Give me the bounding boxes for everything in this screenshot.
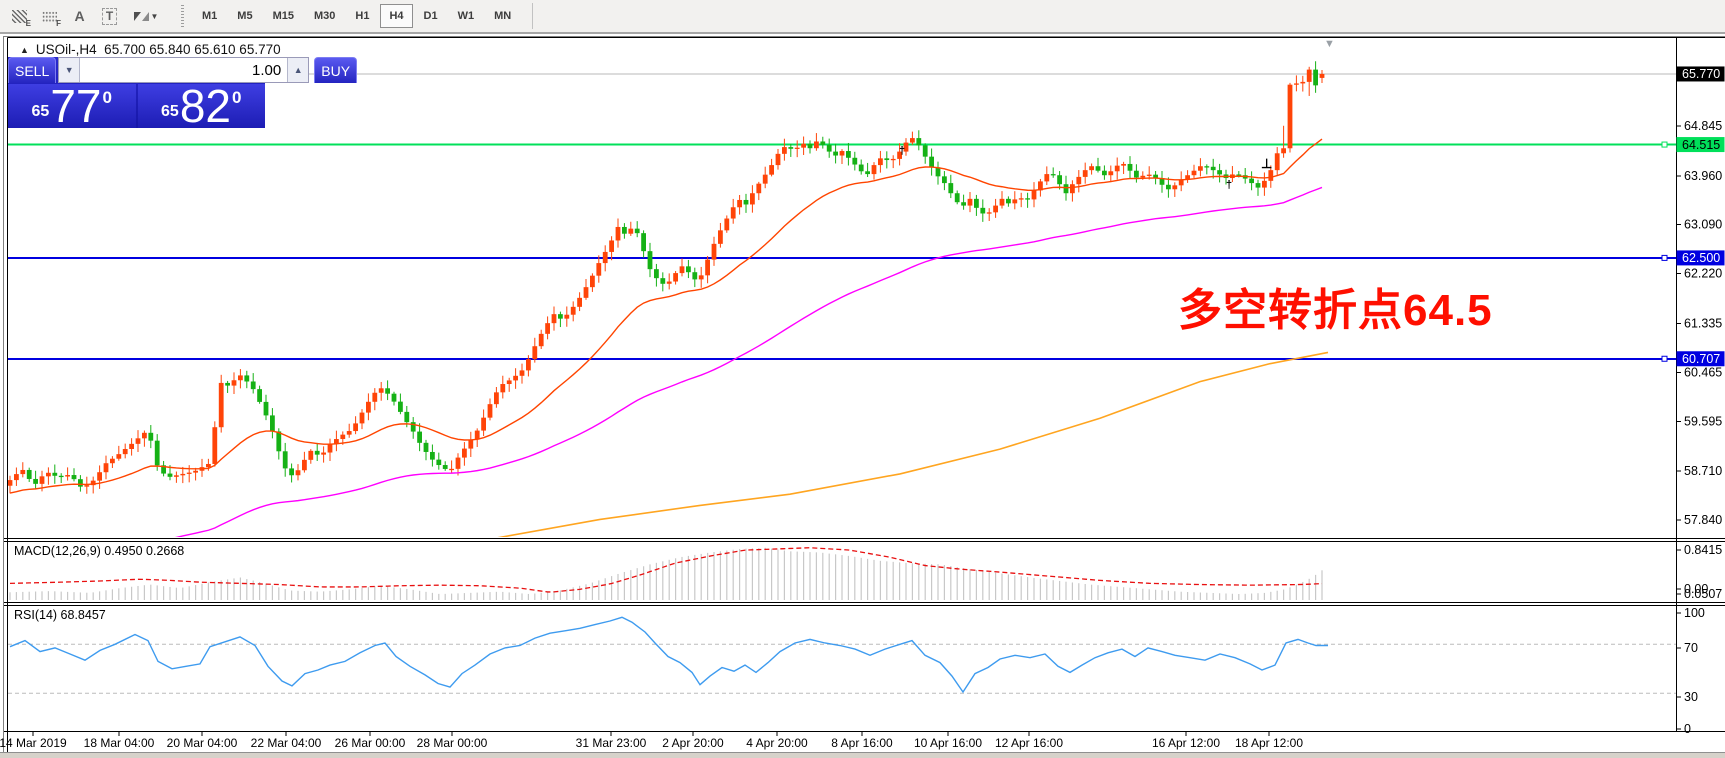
sell-price-sup: 0: [103, 88, 112, 108]
svg-text:10 Apr 16:00: 10 Apr 16:00: [914, 736, 982, 750]
svg-text:22 Mar 04:00: 22 Mar 04:00: [251, 736, 322, 750]
svg-text:100: 100: [1684, 606, 1705, 620]
buy-price-big: 82: [180, 86, 231, 126]
chart-object-marker: ⊥: [1261, 157, 1272, 170]
mt4-terminal: 64.845 63.960 63.090 62.220 61.335 60.465 59.5…: [0, 0, 1725, 758]
timeframe-button-w1[interactable]: W1: [449, 4, 484, 28]
chart-object-marker: †: [1226, 180, 1232, 191]
svg-text:0.0507: 0.0507: [1684, 587, 1722, 601]
timeframe-button-h1[interactable]: H1: [346, 4, 378, 28]
svg-text:14 Mar 2019: 14 Mar 2019: [0, 736, 67, 750]
svg-text:20 Mar 04:00: 20 Mar 04:00: [167, 736, 238, 750]
svg-text:28 Mar 00:00: 28 Mar 00:00: [417, 736, 488, 750]
text-label-tool-button[interactable]: A: [66, 3, 93, 29]
volume-input[interactable]: [80, 58, 287, 82]
svg-text:65.770: 65.770: [1682, 67, 1720, 81]
buy-button[interactable]: BUY: [314, 57, 357, 83]
svg-text:64.845: 64.845: [1684, 119, 1722, 133]
fibonacci-letter: F: [56, 19, 61, 28]
sell-price-display[interactable]: 65 77 0: [8, 84, 136, 128]
svg-text:60.465: 60.465: [1684, 365, 1722, 379]
svg-text:12 Apr 16:00: 12 Apr 16:00: [995, 736, 1063, 750]
sell-price-big: 77: [50, 86, 101, 126]
buy-price-display[interactable]: 65 82 0: [138, 84, 266, 128]
arrows-tool-button[interactable]: ▼: [126, 3, 166, 29]
toolbar-drag-handle[interactable]: [181, 5, 184, 27]
channel-letter: E: [26, 19, 31, 28]
svg-text:60.707: 60.707: [1682, 352, 1720, 366]
equidistant-channel-tool-button[interactable]: E: [6, 3, 33, 29]
toolbar-separator: [532, 3, 533, 29]
collapse-triangle-icon[interactable]: ▲: [20, 45, 29, 55]
svg-text:0: 0: [1684, 722, 1691, 736]
svg-text:26 Mar 00:00: 26 Mar 00:00: [335, 736, 406, 750]
fibonacci-tool-button[interactable]: F: [36, 3, 63, 29]
svg-text:64.515: 64.515: [1682, 138, 1720, 152]
svg-text:62.500: 62.500: [1682, 251, 1720, 265]
svg-text:0.8415: 0.8415: [1684, 543, 1722, 557]
sell-button[interactable]: SELL: [8, 57, 56, 83]
svg-text:8 Apr 16:00: 8 Apr 16:00: [831, 736, 893, 750]
svg-text:18 Apr 12:00: 18 Apr 12:00: [1235, 736, 1303, 750]
svg-text:63.090: 63.090: [1684, 218, 1722, 232]
symbol-ohlc-text: USOil-,H4 65.700 65.840 65.610 65.770: [36, 42, 281, 57]
macd-label: MACD(12,26,9) 0.4950 0.2668: [14, 544, 184, 558]
text-label-icon: A: [74, 8, 84, 24]
svg-text:63.960: 63.960: [1684, 169, 1722, 183]
svg-text:61.335: 61.335: [1684, 316, 1722, 330]
sell-price-prefix: 65: [32, 103, 50, 121]
svg-text:59.595: 59.595: [1684, 414, 1722, 428]
toolbar: E F A T ▼ M1M5M15M30H1H4D1W1MN: [0, 0, 1725, 33]
volume-decrease-button[interactable]: ▼: [59, 58, 80, 82]
chart-object-marker: ▼: [1324, 39, 1335, 50]
timeframe-button-d1[interactable]: D1: [415, 4, 447, 28]
svg-text:57.840: 57.840: [1684, 513, 1722, 527]
timeframe-button-m15[interactable]: M15: [264, 4, 303, 28]
svg-text:18 Mar 04:00: 18 Mar 04:00: [84, 736, 155, 750]
svg-text:30: 30: [1684, 690, 1698, 704]
chart-title: ▲ USOil-,H4 65.700 65.840 65.610 65.770: [20, 42, 281, 57]
chart-object-marker: †: [899, 146, 905, 157]
svg-text:58.710: 58.710: [1684, 464, 1722, 478]
text-tool-button[interactable]: T: [96, 3, 123, 29]
rsi-label: RSI(14) 68.8457: [14, 608, 106, 622]
svg-text:2 Apr 20:00: 2 Apr 20:00: [662, 736, 724, 750]
one-click-trading-panel: SELL ▼ ▲ BUY 65 77 0 65 82 0: [8, 57, 265, 128]
fibonacci-icon: [42, 11, 57, 22]
trader-annotation[interactable]: 多空转折点64.5: [1178, 274, 1493, 338]
svg-text:62.220: 62.220: [1684, 267, 1722, 281]
timeframe-group: M1M5M15M30H1H4D1W1MN: [193, 4, 522, 28]
timeframe-button-mn[interactable]: MN: [485, 4, 520, 28]
chevron-down-icon: ▼: [151, 12, 159, 21]
svg-text:70: 70: [1684, 641, 1698, 655]
timeframe-button-m30[interactable]: M30: [305, 4, 344, 28]
buy-price-sup: 0: [232, 88, 241, 108]
volume-increase-button[interactable]: ▲: [287, 58, 308, 82]
buy-price-prefix: 65: [161, 103, 179, 121]
svg-text:16 Apr 12:00: 16 Apr 12:00: [1152, 736, 1220, 750]
timeframe-button-h4[interactable]: H4: [380, 4, 412, 28]
svg-text:4 Apr 20:00: 4 Apr 20:00: [746, 736, 808, 750]
arrows-icon: [134, 12, 149, 21]
text-icon: T: [102, 8, 117, 25]
timeframe-button-m5[interactable]: M5: [228, 4, 261, 28]
svg-text:31 Mar 23:00: 31 Mar 23:00: [576, 736, 647, 750]
timeframe-button-m1[interactable]: M1: [193, 4, 226, 28]
